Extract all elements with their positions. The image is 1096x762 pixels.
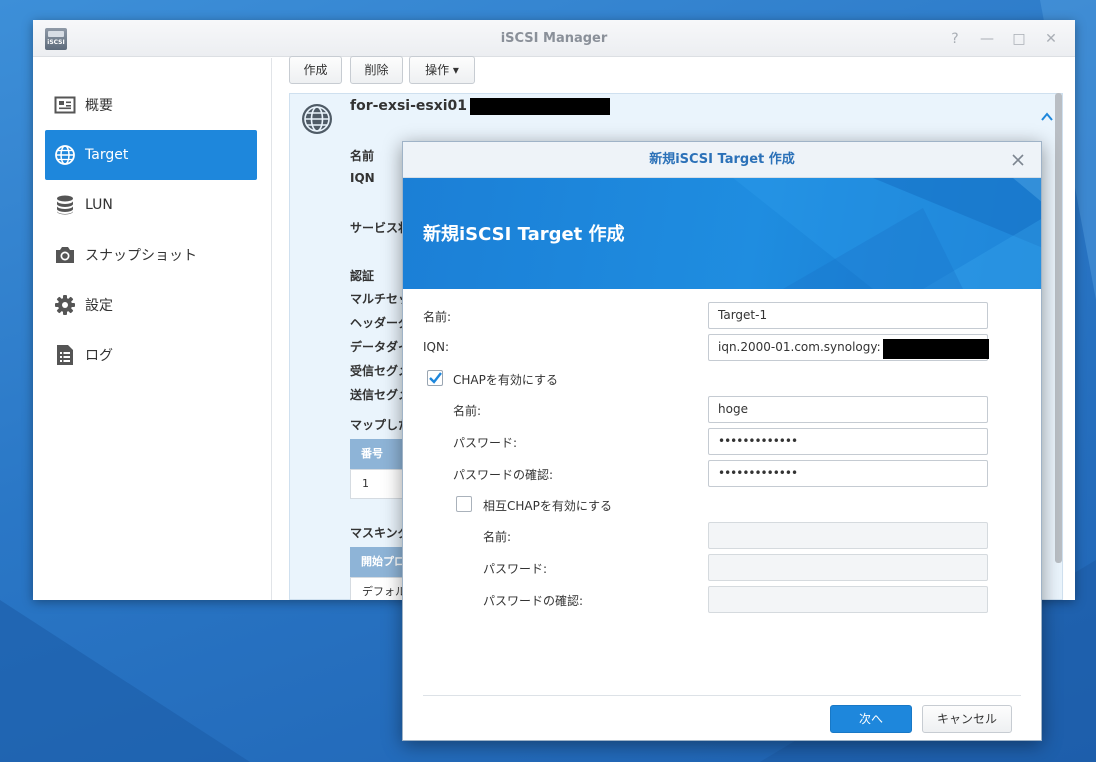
mutual-confirm-label: パスワードの確認: xyxy=(483,594,584,608)
globe-icon xyxy=(54,144,76,166)
detail-label-service: サービス状 xyxy=(350,221,411,235)
sidebar-item-overview[interactable]: 概要 xyxy=(45,80,257,130)
create-target-dialog: 新規iSCSI Target 作成 新規iSCSI Target 作成 名前: … xyxy=(402,141,1042,741)
detail-label-name: 名前 xyxy=(350,149,375,163)
sidebar-item-label: LUN xyxy=(85,197,113,213)
sidebar-item-snapshot[interactable]: スナップショット xyxy=(45,230,257,280)
iqn-label: IQN: xyxy=(423,340,450,354)
operation-dropdown[interactable]: 操作 ▾ xyxy=(409,56,475,84)
sidebar-item-lun[interactable]: LUN xyxy=(45,180,257,230)
mutual-password-input[interactable] xyxy=(708,554,988,581)
chap-confirm-input[interactable]: ••••••••••••• xyxy=(708,460,988,487)
sidebar-item-log[interactable]: ログ xyxy=(45,330,257,380)
chap-password-input[interactable]: ••••••••••••• xyxy=(708,428,988,455)
table-header: 開始プロ xyxy=(350,547,410,577)
table-header: 番号 xyxy=(350,439,410,469)
sidebar: 概要 Target LUN スナップショット 設定 ログ xyxy=(33,58,272,600)
sidebar-item-label: 概要 xyxy=(85,98,113,114)
chap-confirm-label: パスワードの確認: xyxy=(453,468,554,482)
dialog-banner: 新規iSCSI Target 作成 xyxy=(403,178,1041,289)
mapped-lun-table: 番号 1 xyxy=(350,439,410,499)
dialog-title: 新規iSCSI Target 作成 xyxy=(649,152,795,167)
checkmark-icon xyxy=(429,372,442,384)
detail-label-header-digest: ヘッダーダ xyxy=(350,316,411,330)
sidebar-item-label: スナップショット xyxy=(85,248,197,264)
maximize-icon[interactable]: □ xyxy=(1009,29,1029,49)
detail-label-mapped-lun: マップした xyxy=(350,418,411,432)
chap-name-label: 名前: xyxy=(453,404,482,418)
sidebar-item-label: ログ xyxy=(85,348,113,364)
table-row[interactable]: デフォル xyxy=(350,577,410,600)
chap-name-input[interactable]: hoge xyxy=(708,396,988,423)
delete-button[interactable]: 削除 xyxy=(350,56,403,84)
sidebar-item-target[interactable]: Target xyxy=(45,130,257,180)
masking-table: 開始プロ デフォル xyxy=(350,547,410,600)
detail-label-masking: マスキング xyxy=(350,526,410,540)
dialog-titlebar[interactable]: 新規iSCSI Target 作成 xyxy=(403,142,1041,178)
footer-divider xyxy=(423,695,1021,696)
log-icon xyxy=(54,344,76,366)
mutual-chap-checkbox[interactable] xyxy=(456,496,472,512)
next-button[interactable]: 次へ xyxy=(830,705,912,733)
mutual-confirm-input[interactable] xyxy=(708,586,988,613)
sidebar-item-label: Target xyxy=(85,147,129,163)
target-name: for-exsi-esxi01 xyxy=(350,98,468,114)
database-icon xyxy=(54,194,76,216)
redacted-block xyxy=(470,98,610,115)
banner-title: 新規iSCSI Target 作成 xyxy=(423,224,625,245)
mutual-chap-checkbox-label[interactable]: 相互CHAPを有効にする xyxy=(483,497,612,514)
cancel-button[interactable]: キャンセル xyxy=(922,705,1012,733)
target-globe-icon xyxy=(302,104,332,134)
chevron-up-icon[interactable] xyxy=(1040,110,1054,124)
close-icon[interactable]: ✕ xyxy=(1041,29,1061,49)
minimize-icon[interactable]: — xyxy=(977,29,997,49)
chap-checkbox-label[interactable]: CHAPを有効にする xyxy=(453,371,558,388)
detail-label-recv-segment: 受信セグメ xyxy=(350,364,411,378)
mutual-name-input[interactable] xyxy=(708,522,988,549)
target-name-label: 名前: xyxy=(423,310,452,324)
window-titlebar[interactable]: iSCSI iSCSI Manager ? — □ ✕ xyxy=(33,20,1075,57)
scrollbar[interactable] xyxy=(1055,93,1062,563)
detail-label-auth: 認証 xyxy=(350,269,375,283)
mutual-name-label: 名前: xyxy=(483,530,512,544)
overview-icon xyxy=(54,94,76,116)
chap-password-label: パスワード: xyxy=(453,436,518,450)
redacted-block xyxy=(883,339,989,359)
detail-label-send-segment: 送信セグメ xyxy=(350,388,411,402)
gear-icon xyxy=(54,294,76,316)
camera-icon xyxy=(54,244,76,266)
target-name-input[interactable]: Target-1 xyxy=(708,302,988,329)
detail-label-data-digest: データダイ xyxy=(350,340,411,354)
detail-label-iqn: IQN xyxy=(350,171,375,185)
table-row[interactable]: 1 xyxy=(350,469,410,499)
sidebar-item-label: 設定 xyxy=(85,298,113,314)
sidebar-item-settings[interactable]: 設定 xyxy=(45,280,257,330)
chap-checkbox[interactable] xyxy=(427,370,443,386)
window-title: iSCSI Manager xyxy=(500,31,608,46)
create-button[interactable]: 作成 xyxy=(289,56,342,84)
close-icon[interactable] xyxy=(1009,151,1027,169)
detail-label-multi-session: マルチセッ xyxy=(350,292,411,306)
mutual-password-label: パスワード: xyxy=(483,562,548,576)
help-icon[interactable]: ? xyxy=(945,29,965,49)
